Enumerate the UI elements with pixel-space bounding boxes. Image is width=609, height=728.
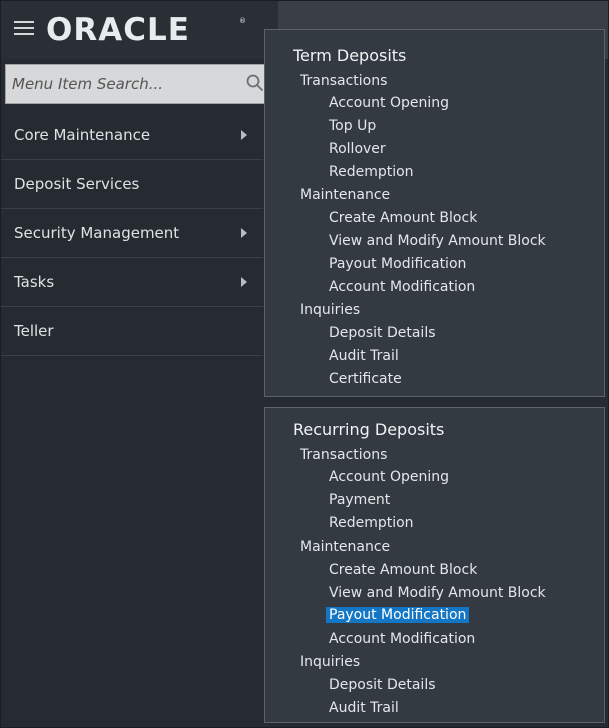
td-top-up-link[interactable]: Top Up <box>329 118 376 134</box>
rd-payout-modification-link[interactable]: Payout Modification <box>326 607 470 623</box>
td-audit-trail-link[interactable]: Audit Trail <box>329 348 399 364</box>
rd-transactions-heading: Transactions <box>300 447 388 463</box>
td-certificate-link[interactable]: Certificate <box>329 371 402 387</box>
td-rollover-link[interactable]: Rollover <box>329 141 386 157</box>
app-frame: ORACLE ® Core Maintenance Deposit Servic… <box>0 0 609 728</box>
recurring-deposits-flyout: Recurring Deposits Transactions Account … <box>264 407 605 723</box>
rd-redemption-link[interactable]: Redemption <box>329 515 414 531</box>
td-inquiries-heading: Inquiries <box>300 302 361 318</box>
sidebar-item-deposit-services[interactable]: Deposit Services <box>1 160 263 209</box>
sidebar-item-core-maintenance[interactable]: Core Maintenance <box>1 111 263 160</box>
rd-create-amount-block-link[interactable]: Create Amount Block <box>329 562 477 578</box>
hamburger-menu-icon[interactable] <box>14 21 34 37</box>
rd-account-opening-link[interactable]: Account Opening <box>329 469 449 485</box>
sidebar-item-label: Core Maintenance <box>14 126 151 144</box>
td-transactions-heading: Transactions <box>300 73 388 89</box>
sidebar-item-label: Security Management <box>14 224 180 242</box>
rd-account-modification-link[interactable]: Account Modification <box>329 631 475 647</box>
menu-search-box <box>5 64 273 104</box>
search-icon[interactable] <box>246 74 264 92</box>
caret-right-icon <box>241 228 247 238</box>
sidebar-item-label: Tasks <box>14 273 55 291</box>
td-deposit-details-link[interactable]: Deposit Details <box>329 325 436 341</box>
rd-payment-link[interactable]: Payment <box>329 492 390 508</box>
recurring-deposits-title: Recurring Deposits <box>293 420 445 439</box>
rd-maintenance-heading: Maintenance <box>300 539 391 555</box>
rd-deposit-details-link[interactable]: Deposit Details <box>329 677 436 693</box>
td-view-modify-amount-block-link[interactable]: View and Modify Amount Block <box>329 233 546 249</box>
rd-inquiries-heading: Inquiries <box>300 654 361 670</box>
td-maintenance-heading: Maintenance <box>300 187 391 203</box>
oracle-logo: ORACLE <box>46 12 190 48</box>
td-account-opening-link[interactable]: Account Opening <box>329 95 449 111</box>
sidebar-item-label: Deposit Services <box>14 175 140 193</box>
td-payout-modification-link[interactable]: Payout Modification <box>329 256 466 272</box>
term-deposits-title: Term Deposits <box>293 46 407 65</box>
caret-right-icon <box>241 130 247 140</box>
rd-view-modify-amount-block-link[interactable]: View and Modify Amount Block <box>329 585 546 601</box>
td-create-amount-block-link[interactable]: Create Amount Block <box>329 210 477 226</box>
registered-mark: ® <box>239 17 246 25</box>
sidebar-item-label: Teller <box>14 322 54 340</box>
sidebar-item-tasks[interactable]: Tasks <box>1 258 263 307</box>
menu-search-input[interactable] <box>6 65 236 103</box>
sidebar-item-security-management[interactable]: Security Management <box>1 209 263 258</box>
sidebar-item-teller[interactable]: Teller <box>1 307 263 356</box>
sidebar-menu: Core Maintenance Deposit Services Securi… <box>1 111 263 356</box>
term-deposits-flyout: Term Deposits Transactions Account Openi… <box>264 29 605 397</box>
td-account-modification-link[interactable]: Account Modification <box>329 279 475 295</box>
caret-right-icon <box>241 277 247 287</box>
td-redemption-link[interactable]: Redemption <box>329 164 414 180</box>
rd-audit-trail-link[interactable]: Audit Trail <box>329 700 399 716</box>
